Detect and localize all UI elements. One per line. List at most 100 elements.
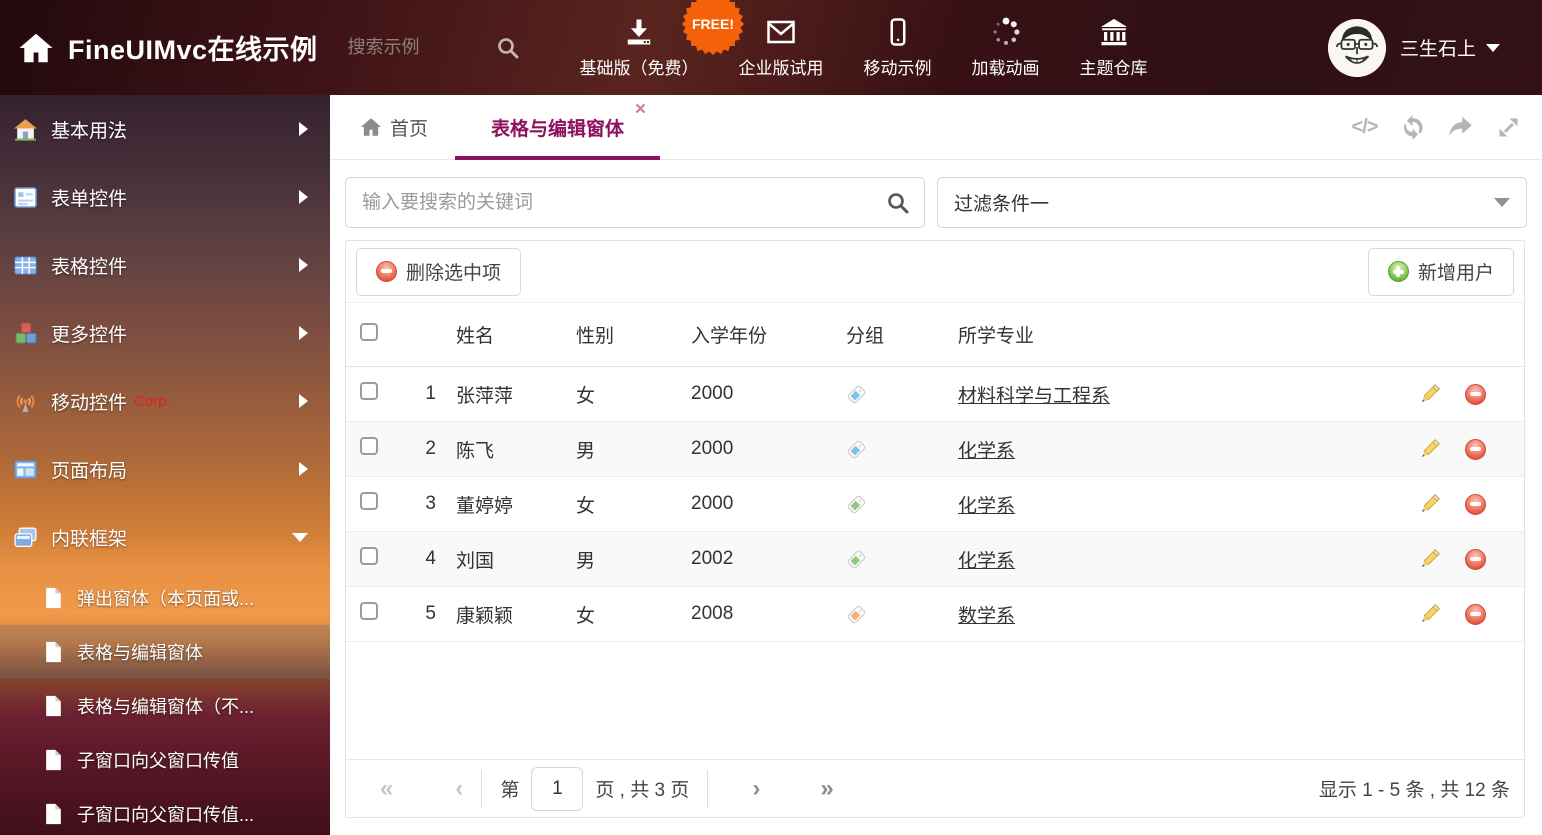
sidebar-subitem-grid-edit-window-2[interactable]: 表格与编辑窗体（不... [0,679,330,733]
sidebar-item-iframe[interactable]: 内联框架 [0,503,330,571]
page-number-input[interactable] [531,767,583,811]
major-link[interactable]: 数学系 [958,606,1015,627]
cell-year: 2000 [691,438,846,460]
edit-icon[interactable] [1418,493,1441,516]
avatar[interactable] [1328,19,1386,77]
cell-name: 董婷婷 [436,491,576,518]
chevron-right-icon [299,258,308,272]
sidebar-subitem-label: 子窗口向父窗口传值 [77,747,239,773]
nav-mobile-demo[interactable]: 移动示例 [864,17,932,79]
tag-icon [846,439,867,460]
grid-toolbar: 删除选中项 新增用户 [346,241,1524,303]
sidebar-subitem-child-to-parent-2[interactable]: 子窗口向父窗口传值... [0,787,330,835]
sidebar-item-label: 表单控件 [51,184,127,211]
share-icon[interactable] [1447,114,1474,141]
prev-page-button[interactable]: ‹ [455,777,463,801]
form-icon [13,185,38,210]
major-link[interactable]: 化学系 [958,551,1015,572]
refresh-icon[interactable] [1399,114,1426,141]
home-icon[interactable] [18,30,54,66]
row-checkbox[interactable] [360,492,378,510]
first-page-button[interactable]: « [380,777,393,801]
delete-icon[interactable] [1465,604,1486,625]
col-header-name: 姓名 [436,321,576,348]
major-link[interactable]: 化学系 [958,441,1015,462]
close-icon[interactable]: × [635,100,646,119]
sidebar-item-mobile-controls[interactable]: 移动控件 Corp. [0,367,330,435]
chevron-down-icon [292,533,308,542]
top-header: FineUIMvc在线示例 基础版（免费） 企业版试用 [0,0,1542,95]
delete-icon[interactable] [1465,439,1486,460]
delete-icon[interactable] [1465,384,1486,405]
sidebar-subitem-grid-edit-window[interactable]: 表格与编辑窗体 [0,625,330,679]
sidebar-subitem-label: 弹出窗体（本页面或... [77,585,254,611]
edit-icon[interactable] [1418,383,1441,406]
expand-icon[interactable] [1495,114,1522,141]
nav-theme-repo[interactable]: 主题仓库 [1080,17,1148,79]
table-row: 3 董婷婷 女 2000 化学系 [346,477,1524,532]
last-page-button[interactable]: » [820,777,833,801]
header-search-input[interactable] [348,37,488,58]
select-all-checkbox[interactable] [360,323,378,341]
sidebar-item-label: 基本用法 [51,116,127,143]
add-user-button[interactable]: 新增用户 [1368,248,1514,296]
keyword-search-box [345,177,925,228]
row-checkbox[interactable] [360,547,378,565]
next-page-button[interactable]: › [752,777,760,801]
edit-icon[interactable] [1418,603,1441,626]
delete-icon[interactable] [1465,494,1486,515]
file-icon [44,749,63,771]
source-code-icon[interactable]: </> [1351,114,1378,141]
nav-label: 移动示例 [864,54,932,79]
edit-icon[interactable] [1418,548,1441,571]
divider [481,770,482,808]
delete-selected-button[interactable]: 删除选中项 [356,248,521,296]
nav-loading-animation[interactable]: 加载动画 [972,17,1040,79]
cell-name: 康颖颖 [436,601,576,628]
sidebar-item-basic-usage[interactable]: 基本用法 [0,95,330,163]
nav-label: 主题仓库 [1080,54,1148,79]
tab-grid-edit-window[interactable]: 表格与编辑窗体 × [455,95,660,159]
sidebar-subitem-popup-window[interactable]: 弹出窗体（本页面或... [0,571,330,625]
bank-icon [1099,17,1129,47]
nav-enterprise-trial[interactable]: 企业版试用 [739,17,824,79]
sidebar: 基本用法 表单控件 表格控件 [0,95,330,835]
major-link[interactable]: 化学系 [958,496,1015,517]
row-checkbox[interactable] [360,382,378,400]
chevron-down-icon [1486,44,1500,52]
header-search-icon[interactable] [496,36,520,60]
sidebar-subitem-child-to-parent[interactable]: 子窗口向父窗口传值 [0,733,330,787]
filter-dropdown-value: 过滤条件一 [938,189,1494,216]
major-link[interactable]: 材料科学与工程系 [958,386,1110,407]
plus-circle-icon [1388,261,1409,282]
spinner-icon [991,17,1021,47]
cell-gender: 女 [576,381,691,408]
sidebar-item-form-controls[interactable]: 表单控件 [0,163,330,231]
search-icon[interactable] [886,191,910,215]
row-checkbox[interactable] [360,437,378,455]
main-content: 首页 表格与编辑窗体 × </> [330,95,1542,835]
header-nav: 基础版（免费） 企业版试用 移动示例 [580,17,1148,79]
table-empty-area [346,642,1524,759]
sidebar-item-more-controls[interactable]: 更多控件 [0,299,330,367]
edit-icon[interactable] [1418,438,1441,461]
keyword-search-input[interactable] [346,192,886,214]
tab-home[interactable]: 首页 [360,95,428,159]
free-badge-label: FREE! [683,0,743,54]
nav-label: 企业版试用 [739,54,824,79]
sidebar-subitem-label: 表格与编辑窗体 [77,639,203,665]
filter-dropdown[interactable]: 过滤条件一 [937,177,1527,228]
col-header-gender: 性别 [576,321,691,348]
cell-gender: 女 [576,491,691,518]
sidebar-item-grid-controls[interactable]: 表格控件 [0,231,330,299]
cell-name: 刘国 [436,546,576,573]
cell-gender: 女 [576,601,691,628]
sidebar-item-label: 页面布局 [51,456,127,483]
nav-basic-edition[interactable]: 基础版（免费） [580,17,699,79]
delete-selected-label: 删除选中项 [406,258,501,285]
delete-icon[interactable] [1465,549,1486,570]
sidebar-item-page-layout[interactable]: 页面布局 [0,435,330,503]
user-menu[interactable]: 三生石上 [1400,34,1500,61]
row-checkbox[interactable] [360,602,378,620]
file-icon [44,695,63,717]
